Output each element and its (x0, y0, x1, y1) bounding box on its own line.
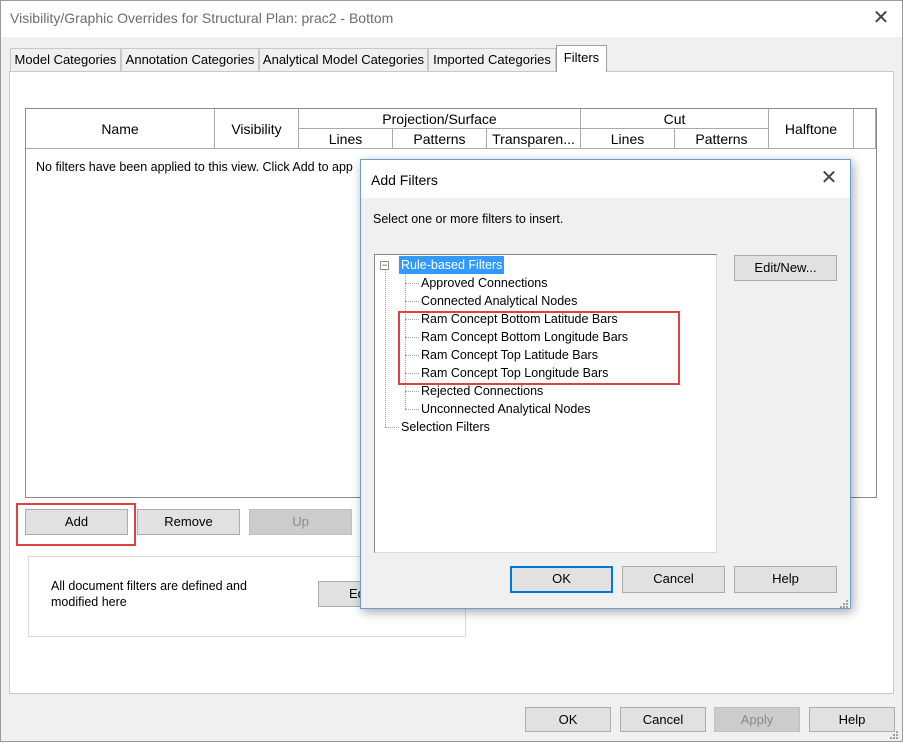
dialog-resize-grip-icon[interactable] (839, 597, 849, 608)
tree-item-ram-top-longitude[interactable]: Ram Concept Top Longitude Bars (419, 364, 610, 382)
tab-analytical-model-categories[interactable]: Analytical Model Categories (259, 48, 428, 71)
tree-guide-line (405, 373, 419, 374)
tree-guide-line (405, 355, 419, 356)
dialog-help-button[interactable]: Help (734, 566, 837, 593)
column-header-halftone[interactable]: Halftone (769, 109, 854, 149)
column-header-name[interactable]: Name (26, 109, 215, 149)
window-title: Visibility/Graphic Overrides for Structu… (10, 10, 394, 26)
window-close-icon[interactable]: ✕ (869, 8, 893, 32)
move-up-button[interactable]: Up (249, 509, 352, 535)
column-header-projection-lines[interactable]: Lines (299, 129, 393, 149)
tree-item-unconnected-analytical-nodes[interactable]: Unconnected Analytical Nodes (419, 400, 593, 418)
column-header-projection-patterns[interactable]: Patterns (393, 129, 487, 149)
add-filters-title: Add Filters (371, 172, 438, 188)
tree-item-selection-filters[interactable]: Selection Filters (399, 418, 492, 436)
column-header-cut-lines[interactable]: Lines (581, 129, 675, 149)
document-filters-text: All document filters are defined and mod… (51, 579, 247, 609)
tree-guide-line (405, 273, 406, 409)
tree-guide-line (385, 427, 399, 428)
resize-grip-icon[interactable] (889, 728, 899, 739)
tree-guide-line (405, 391, 419, 392)
tab-annotation-categories[interactable]: Annotation Categories (121, 48, 259, 71)
tree-guide-line (405, 337, 419, 338)
column-header-cut: Cut (581, 109, 769, 129)
add-filters-dialog: Add Filters ✕ Select one or more filters… (360, 159, 851, 609)
tree-guide-line (385, 269, 386, 427)
edit-new-button[interactable]: Edit/New... (734, 255, 837, 281)
apply-button[interactable]: Apply (714, 707, 800, 732)
ok-button[interactable]: OK (525, 707, 611, 732)
tree-item-connected-analytical-nodes[interactable]: Connected Analytical Nodes (419, 292, 579, 310)
tab-filters[interactable]: Filters (556, 45, 607, 72)
tree-item-ram-top-latitude[interactable]: Ram Concept Top Latitude Bars (419, 346, 600, 364)
add-filters-instruction: Select one or more filters to insert. (373, 212, 564, 226)
grid-empty-message: No filters have been applied to this vie… (36, 160, 353, 174)
cancel-button[interactable]: Cancel (620, 707, 706, 732)
tab-imported-categories[interactable]: Imported Categories (428, 48, 556, 71)
tree-item-ram-bottom-longitude[interactable]: Ram Concept Bottom Longitude Bars (419, 328, 630, 346)
collapse-icon[interactable]: − (380, 261, 389, 270)
tree-guide-line (405, 301, 419, 302)
dialog-ok-button[interactable]: OK (510, 566, 613, 593)
dialog-cancel-button[interactable]: Cancel (622, 566, 725, 593)
column-header-cut-patterns[interactable]: Patterns (675, 129, 769, 149)
tree-guide-line (405, 283, 419, 284)
tree-item-rejected-connections[interactable]: Rejected Connections (419, 382, 545, 400)
help-button[interactable]: Help (809, 707, 895, 732)
dialog-close-icon[interactable]: ✕ (817, 168, 841, 192)
add-filter-button[interactable]: Add (25, 509, 128, 535)
tree-guide-line (405, 409, 419, 410)
column-header-projection-transparency[interactable]: Transparen... (487, 129, 581, 149)
tree-item-ram-bottom-latitude[interactable]: Ram Concept Bottom Latitude Bars (419, 310, 620, 328)
remove-filter-button[interactable]: Remove (137, 509, 240, 535)
column-header-filler (854, 109, 876, 149)
tree-item-rule-based-filters[interactable]: Rule-based Filters (399, 256, 505, 274)
filter-tree[interactable]: − Rule-based Filters Approved Connection… (374, 254, 717, 553)
column-header-projection-surface: Projection/Surface (299, 109, 581, 129)
tab-model-categories[interactable]: Model Categories (10, 48, 121, 71)
tree-guide-line (405, 319, 419, 320)
column-header-visibility[interactable]: Visibility (215, 109, 299, 149)
tree-item-approved-connections[interactable]: Approved Connections (419, 274, 549, 292)
